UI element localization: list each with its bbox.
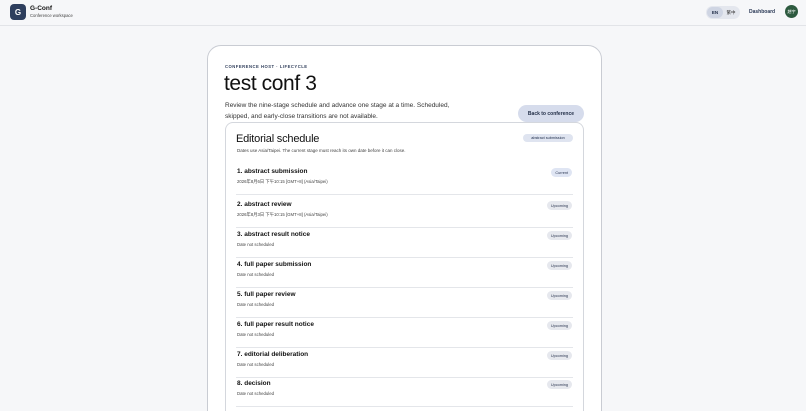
stage-name: 4. full paper submission bbox=[237, 261, 312, 268]
stage-status-badge: Current bbox=[551, 168, 572, 177]
stage-name: 6. full paper result notice bbox=[237, 321, 314, 328]
schedule-subtitle: Dates use Asia/Taipei. The current stage… bbox=[237, 148, 406, 153]
stage-name: 8. decision bbox=[237, 380, 271, 387]
stage-name: 3. abstract result notice bbox=[237, 231, 310, 238]
stage-row: 5. full paper review Date not scheduled … bbox=[236, 288, 573, 318]
user-avatar[interactable]: 趙宇 bbox=[785, 5, 798, 18]
stage-status-badge: Upcoming bbox=[546, 351, 572, 360]
stage-status-badge: Upcoming bbox=[546, 261, 572, 270]
page-title: test conf 3 bbox=[224, 72, 317, 95]
language-toggle: EN 繁中 bbox=[706, 6, 740, 19]
stage-status-badge: Upcoming bbox=[546, 231, 572, 240]
page-eyebrow: CONFERENCE HOST · LIFECYCLE bbox=[225, 64, 308, 69]
brand-name: G-Conf bbox=[30, 5, 53, 12]
stage-status-badge: Upcoming bbox=[546, 291, 572, 300]
stage-date: Date not scheduled bbox=[237, 362, 275, 367]
stage-row: 4. full paper submission Date not schedu… bbox=[236, 258, 573, 288]
brand-subtitle: Conference workspace bbox=[30, 13, 73, 18]
stage-name: 1. abstract submission bbox=[237, 168, 308, 175]
stage-date: Date not scheduled bbox=[237, 272, 275, 277]
stage-date: Date not scheduled bbox=[237, 302, 275, 307]
stage-row: 2. abstract review 2026年8月3日 下午10:15 [GM… bbox=[236, 198, 573, 228]
stage-date: Date not scheduled bbox=[237, 242, 275, 247]
stage-status-badge: Upcoming bbox=[546, 380, 572, 389]
stage-row: 8. decision Date not scheduled Upcoming bbox=[236, 377, 573, 407]
current-stage-badge: abstract submission bbox=[523, 134, 573, 142]
lang-zh-button[interactable]: 繁中 bbox=[723, 7, 739, 18]
back-to-conference-button[interactable]: Back to conference bbox=[518, 105, 584, 122]
stage-date: 2026年8月6日 下午10:15 [GMT+8] (Asia/Taipei) bbox=[237, 179, 328, 184]
stage-row: 7. editorial deliberation Date not sched… bbox=[236, 348, 573, 378]
stage-status-badge: Upcoming bbox=[546, 321, 572, 330]
stage-row: 1. abstract submission 2026年8月6日 下午10:15… bbox=[236, 165, 573, 195]
page-description: Review the nine-stage schedule and advan… bbox=[225, 102, 450, 120]
stage-name: 5. full paper review bbox=[237, 291, 296, 298]
stage-status-badge: Upcoming bbox=[546, 201, 572, 210]
top-navigation-bar: G G-Conf Conference workspace EN 繁中 Dash… bbox=[0, 0, 806, 26]
stage-date: Date not scheduled bbox=[237, 391, 275, 396]
stage-row: 3. abstract result notice Date not sched… bbox=[236, 228, 573, 258]
stage-name: 7. editorial deliberation bbox=[237, 351, 309, 358]
app-logo[interactable]: G bbox=[10, 4, 26, 20]
stage-date: 2026年8月3日 下午10:15 [GMT+8] (Asia/Taipei) bbox=[237, 212, 328, 217]
stage-date: Date not scheduled bbox=[237, 332, 275, 337]
schedule-title: Editorial schedule bbox=[236, 133, 320, 145]
dashboard-link[interactable]: Dashboard bbox=[749, 9, 775, 15]
lang-en-button[interactable]: EN bbox=[707, 7, 723, 18]
stage-name: 2. abstract review bbox=[237, 201, 292, 208]
stage-row: 6. full paper result notice Date not sch… bbox=[236, 318, 573, 348]
